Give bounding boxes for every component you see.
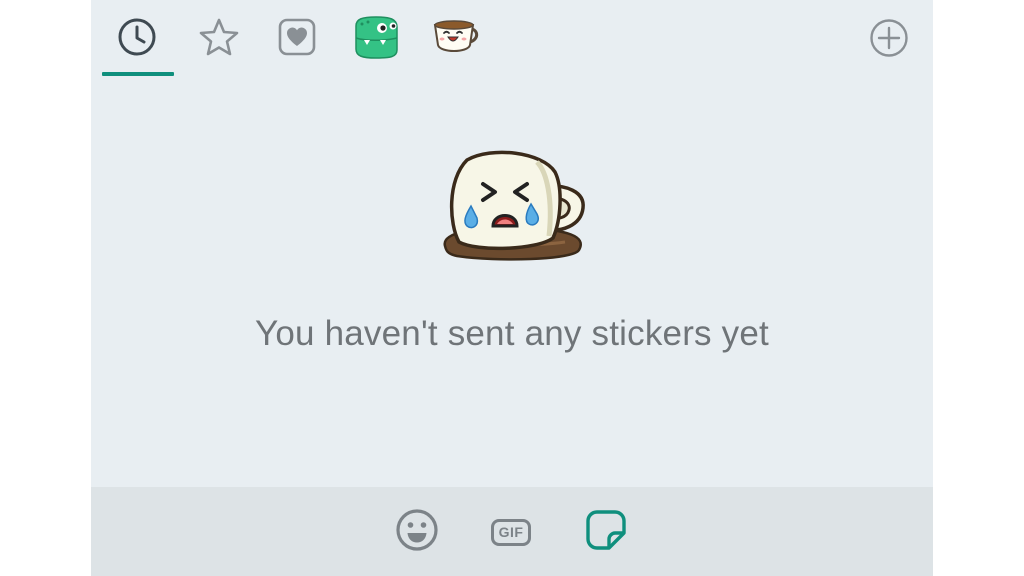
plus-circle-icon bbox=[869, 18, 909, 63]
clock-icon bbox=[117, 17, 157, 62]
gif-button[interactable]: GIF bbox=[488, 509, 534, 555]
tab-pack-cup[interactable] bbox=[416, 0, 498, 78]
add-sticker-pack-button[interactable] bbox=[867, 18, 911, 62]
active-tab-indicator bbox=[102, 72, 174, 76]
tab-favorites[interactable] bbox=[178, 0, 260, 78]
sticker-button[interactable] bbox=[583, 509, 629, 555]
heart-icon bbox=[277, 17, 317, 62]
empty-state-message: You haven't sent any stickers yet bbox=[255, 314, 769, 353]
coffee-cup-sticker-icon bbox=[431, 15, 483, 64]
gif-label: GIF bbox=[498, 524, 524, 540]
crying-cup-illustration bbox=[91, 150, 933, 268]
tab-liked[interactable] bbox=[256, 0, 338, 78]
emoji-button[interactable] bbox=[394, 508, 440, 557]
gif-icon: GIF bbox=[491, 518, 531, 546]
tab-pack-dino[interactable] bbox=[335, 0, 417, 78]
dinosaur-sticker-icon bbox=[350, 14, 402, 65]
tab-recent[interactable] bbox=[96, 0, 178, 78]
sticker-icon bbox=[585, 509, 627, 556]
bottom-bar: GIF bbox=[91, 487, 933, 576]
empty-state: You haven't sent any stickers yet bbox=[91, 150, 933, 354]
sticker-panel: You haven't sent any stickers yet GIF bbox=[91, 0, 933, 576]
sticker-tab-bar bbox=[91, 0, 933, 78]
star-icon bbox=[198, 17, 240, 62]
smiley-icon bbox=[395, 508, 439, 557]
